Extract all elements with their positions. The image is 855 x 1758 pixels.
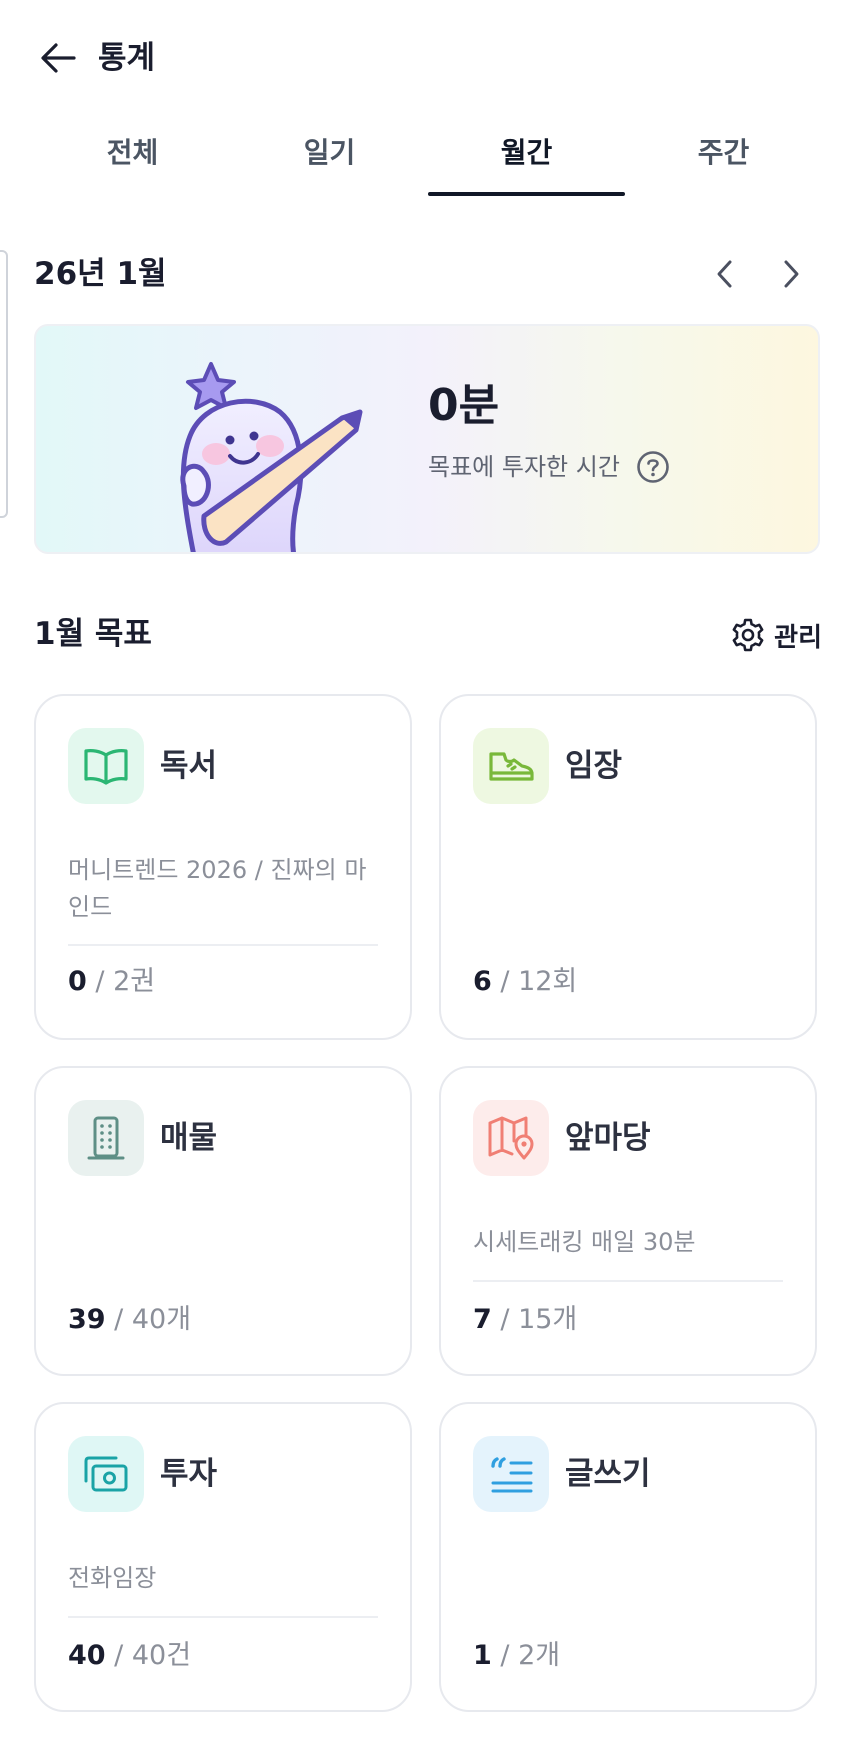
goal-card-reading[interactable]: 독서 머니트렌드 2026 / 진짜의 마인드 0 / 2권 <box>34 694 412 1040</box>
gear-icon <box>732 618 764 652</box>
goal-card-listing[interactable]: 매물 39 / 40개 <box>34 1066 412 1376</box>
goal-title: 앞마당 <box>565 1120 651 1156</box>
goals-title: 1월 목표 <box>34 616 152 652</box>
goal-icon-box <box>68 1436 144 1512</box>
book-icon <box>84 749 128 785</box>
time-invested-label: 목표에 투자한 시간 <box>428 453 620 481</box>
tab-monthly[interactable]: 월간 <box>428 118 625 198</box>
goal-progress: 0 / 2권 <box>68 964 155 1000</box>
back-button[interactable] <box>36 36 80 80</box>
tab-all[interactable]: 전체 <box>34 118 231 198</box>
goal-card-front-yard[interactable]: 앞마당 시세트래킹 매일 30분 7 / 15개 <box>439 1066 817 1376</box>
quote-icon <box>491 1457 533 1493</box>
goal-target: / 12회 <box>500 966 578 997</box>
goal-progress: 6 / 12회 <box>473 964 577 1000</box>
header: 통계 <box>0 0 855 120</box>
goal-current: 7 <box>473 1304 492 1335</box>
goal-target: / 15개 <box>500 1304 578 1335</box>
goal-progress: 7 / 15개 <box>473 1302 577 1338</box>
goal-progress: 40 / 40건 <box>68 1638 191 1674</box>
goal-current: 0 <box>68 966 87 997</box>
goal-target: / 2개 <box>500 1640 561 1671</box>
cash-icon <box>84 1456 128 1492</box>
side-drawer-handle[interactable] <box>0 250 8 518</box>
goal-description: 시세트래킹 매일 30분 <box>473 1228 696 1256</box>
month-selector: 26년 1월 <box>34 248 822 300</box>
previous-month-button[interactable] <box>702 252 746 296</box>
goal-icon-box <box>68 728 144 804</box>
manage-button[interactable]: 관리 <box>730 616 822 654</box>
goal-current: 6 <box>473 966 492 997</box>
goal-target: / 40건 <box>114 1640 192 1671</box>
goal-current: 39 <box>68 1304 106 1335</box>
goal-title: 투자 <box>160 1456 218 1492</box>
time-invested-caption: 목표에 투자한 시간 <box>428 450 670 484</box>
goal-icon-box <box>473 1100 549 1176</box>
divider <box>473 1280 783 1282</box>
goal-description: 전화임장 <box>68 1564 157 1592</box>
building-icon <box>87 1116 125 1160</box>
mascot-illustration <box>180 362 363 552</box>
sneaker-icon <box>489 752 534 781</box>
arrow-left-icon <box>41 43 76 73</box>
goal-icon-box <box>68 1100 144 1176</box>
chevron-left-icon <box>717 260 732 288</box>
goal-description: 머니트렌드 2026 / 진짜의 마인드 <box>68 856 367 921</box>
map-pin-icon <box>488 1116 534 1160</box>
goal-target: / 40개 <box>114 1304 192 1335</box>
goal-icon-box <box>473 728 549 804</box>
chevron-right-icon <box>784 260 799 288</box>
tab-diary[interactable]: 일기 <box>231 118 428 198</box>
tab-weekly[interactable]: 주간 <box>625 118 822 198</box>
goal-target: / 2권 <box>95 966 156 997</box>
goal-current: 40 <box>68 1640 106 1671</box>
help-icon[interactable] <box>636 450 670 484</box>
goal-card-writing[interactable]: 글쓰기 1 / 2개 <box>439 1402 817 1712</box>
time-invested-card: 0분 목표에 투자한 시간 <box>34 324 820 554</box>
page-title: 통계 <box>98 40 156 76</box>
divider <box>68 1616 378 1618</box>
goal-title: 임장 <box>565 748 623 784</box>
manage-label: 관리 <box>774 622 822 653</box>
time-invested-value: 0분 <box>428 380 500 431</box>
month-label: 26년 1월 <box>34 256 167 292</box>
goal-title: 독서 <box>160 748 218 784</box>
goal-progress: 1 / 2개 <box>473 1638 560 1674</box>
next-month-button[interactable] <box>770 252 814 296</box>
goals-header: 1월 목표 관리 <box>34 610 822 660</box>
goal-icon-box <box>473 1436 549 1512</box>
goal-progress: 39 / 40개 <box>68 1302 191 1338</box>
period-tabs: 전체 일기 월간 주간 <box>34 118 822 198</box>
goal-card-investment[interactable]: 투자 전화임장 40 / 40건 <box>34 1402 412 1712</box>
goal-current: 1 <box>473 1640 492 1671</box>
goal-card-site-visit[interactable]: 임장 6 / 12회 <box>439 694 817 1040</box>
goal-title: 글쓰기 <box>565 1456 651 1492</box>
goal-title: 매물 <box>160 1120 218 1156</box>
divider <box>68 944 378 946</box>
